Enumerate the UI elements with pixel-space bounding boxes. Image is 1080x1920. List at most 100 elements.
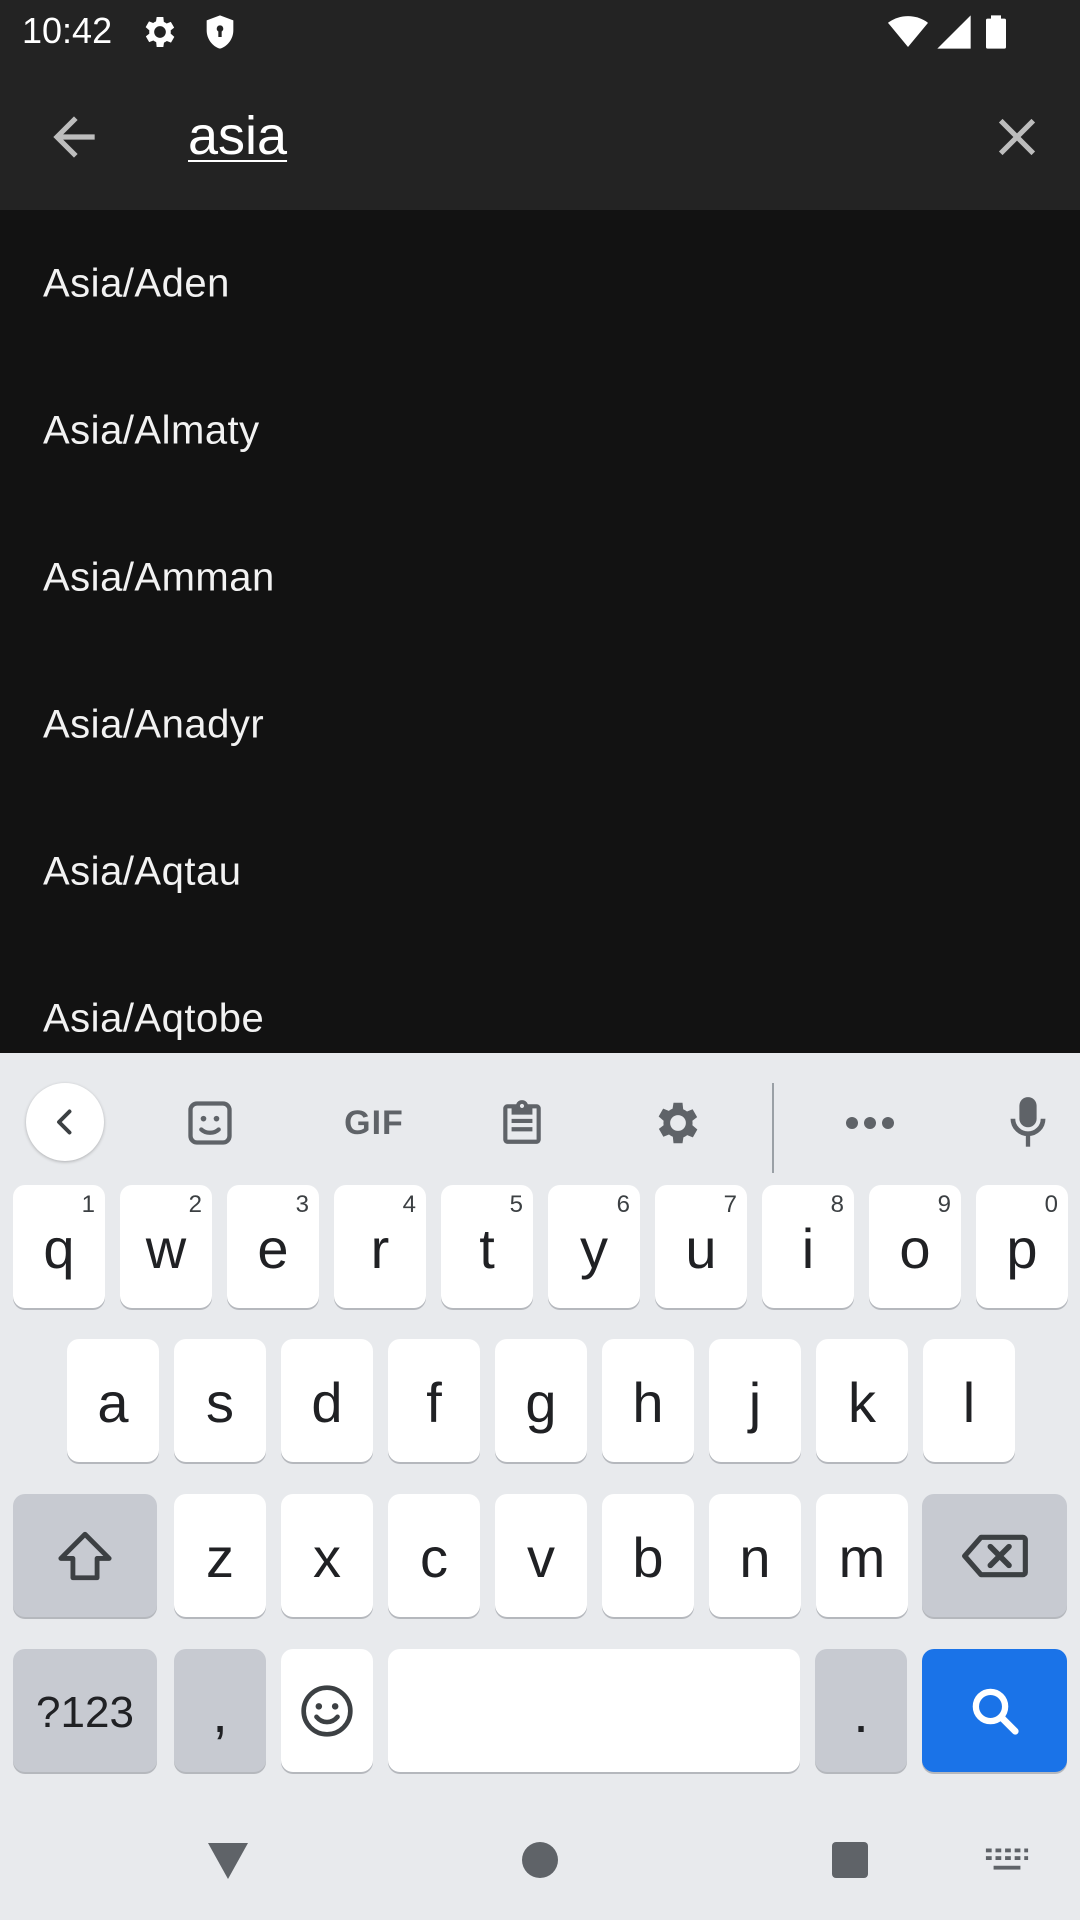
key-hint: 0 — [1044, 1191, 1058, 1218]
key-a[interactable]: a — [67, 1339, 159, 1462]
key-label: m — [838, 1525, 886, 1589]
toolbar-divider — [772, 1083, 774, 1173]
backspace-key[interactable] — [922, 1494, 1067, 1617]
list-item[interactable]: Asia/Aqtau — [0, 798, 1080, 945]
search-key[interactable] — [922, 1649, 1067, 1772]
key-hint: 3 — [295, 1191, 309, 1218]
key-hint: 4 — [402, 1191, 416, 1218]
list-item[interactable]: Asia/Amman — [0, 504, 1080, 651]
key-hint: 9 — [937, 1191, 951, 1218]
key-i[interactable]: 8i — [762, 1185, 854, 1308]
key-label: s — [206, 1370, 234, 1434]
key-label: z — [206, 1525, 234, 1589]
key-h[interactable]: h — [602, 1339, 694, 1462]
list-item[interactable]: Asia/Anadyr — [0, 651, 1080, 798]
key-f[interactable]: f — [388, 1339, 480, 1462]
status-time: 10:42 — [22, 10, 113, 51]
key-label: i — [801, 1216, 815, 1280]
key-e[interactable]: 3e — [227, 1185, 319, 1308]
status-bar: 10:42 — [0, 0, 1080, 63]
key-x[interactable]: x — [281, 1494, 373, 1617]
wifi-icon — [888, 12, 928, 52]
shift-icon — [58, 1531, 112, 1580]
list-item[interactable]: Asia/Aden — [0, 210, 1080, 357]
mic-icon[interactable] — [988, 1083, 1068, 1163]
key-l[interactable]: l — [923, 1339, 1015, 1462]
key-k[interactable]: k — [816, 1339, 908, 1462]
key-label: h — [632, 1370, 664, 1434]
key-v[interactable]: v — [495, 1494, 587, 1617]
list-item[interactable]: Asia/Almaty — [0, 357, 1080, 504]
gif-icon[interactable]: GIF — [324, 1083, 424, 1163]
key-j[interactable]: j — [709, 1339, 801, 1462]
key-label: o — [899, 1216, 931, 1280]
key-label: l — [962, 1370, 976, 1434]
key-label: . — [853, 1680, 869, 1744]
key-n[interactable]: n — [709, 1494, 801, 1617]
list-item-label: Asia/Aqtobe — [43, 996, 265, 1040]
sticker-icon[interactable] — [170, 1083, 250, 1163]
key-g[interactable]: g — [495, 1339, 587, 1462]
key-label: t — [479, 1216, 495, 1280]
gear-icon — [140, 12, 180, 52]
key-r[interactable]: 4r — [334, 1185, 426, 1308]
backspace-icon — [961, 1534, 1028, 1577]
list-item[interactable]: Asia/Aqtobe — [0, 945, 1080, 1053]
key-label: x — [313, 1525, 341, 1589]
key-y[interactable]: 6y — [548, 1185, 640, 1308]
key-hint: 1 — [81, 1191, 95, 1218]
list-item-label: Asia/Anadyr — [43, 702, 265, 746]
key-label: b — [632, 1525, 664, 1589]
key-b[interactable]: b — [602, 1494, 694, 1617]
key-label: v — [527, 1525, 555, 1589]
symbols-key[interactable]: ?123 — [13, 1649, 157, 1772]
shift-key[interactable] — [13, 1494, 157, 1617]
key-u[interactable]: 7u — [655, 1185, 747, 1308]
list-item-label: Asia/Almaty — [43, 408, 260, 452]
key-label: q — [43, 1216, 75, 1280]
key-z[interactable]: z — [174, 1494, 266, 1617]
key-q[interactable]: 1q — [13, 1185, 105, 1308]
key-label: a — [97, 1370, 129, 1434]
signal-icon — [934, 12, 974, 52]
key-label: d — [311, 1370, 343, 1434]
gif-label: GIF — [344, 1103, 404, 1142]
key-hint: 6 — [616, 1191, 630, 1218]
shield-icon — [200, 12, 240, 52]
emoji-icon — [301, 1684, 353, 1737]
search-icon — [972, 1688, 1019, 1735]
list-item-label: Asia/Aqtau — [43, 849, 242, 893]
space-key[interactable] — [388, 1649, 800, 1772]
navigation-bar — [0, 1790, 1080, 1920]
key-w[interactable]: 2w — [120, 1185, 212, 1308]
key-t[interactable]: 5t — [441, 1185, 533, 1308]
key-m[interactable]: m — [816, 1494, 908, 1617]
search-input[interactable]: asia — [188, 103, 287, 169]
period-key[interactable]: . — [815, 1649, 907, 1772]
clipboard-icon[interactable] — [482, 1083, 562, 1163]
key-c[interactable]: c — [388, 1494, 480, 1617]
key-p[interactable]: 0p — [976, 1185, 1068, 1308]
back-arrow-icon[interactable] — [43, 106, 105, 168]
comma-key[interactable]: , — [174, 1649, 266, 1772]
list-item-label: Asia/Aden — [43, 261, 230, 305]
close-icon[interactable] — [986, 106, 1048, 168]
key-label: p — [1006, 1216, 1038, 1280]
back-triangle-icon[interactable] — [198, 1830, 258, 1890]
key-s[interactable]: s — [174, 1339, 266, 1462]
key-label: c — [420, 1525, 448, 1589]
settings-icon[interactable] — [638, 1083, 718, 1163]
key-label: u — [685, 1216, 717, 1280]
key-label: ?123 — [36, 1687, 134, 1737]
key-hint: 5 — [509, 1191, 523, 1218]
recents-square-icon[interactable] — [820, 1830, 880, 1890]
emoji-key[interactable] — [281, 1649, 373, 1772]
key-label: g — [525, 1370, 557, 1434]
keyboard-switch-icon[interactable] — [977, 1830, 1037, 1890]
chevron-left-icon[interactable] — [26, 1083, 104, 1161]
key-d[interactable]: d — [281, 1339, 373, 1462]
home-circle-icon[interactable] — [510, 1830, 570, 1890]
key-o[interactable]: 9o — [869, 1185, 961, 1308]
battery-icon — [976, 12, 1016, 52]
more-icon[interactable] — [830, 1083, 910, 1163]
